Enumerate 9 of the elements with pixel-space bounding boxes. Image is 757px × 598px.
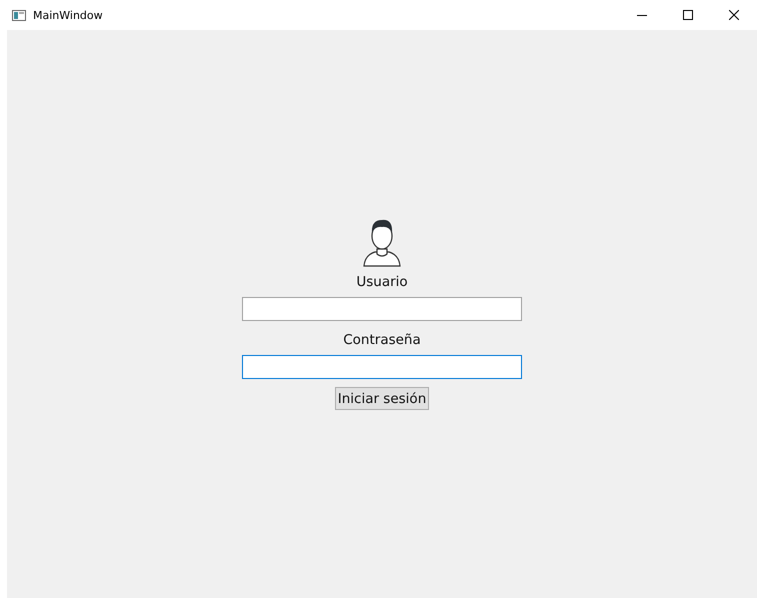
- password-field[interactable]: [242, 355, 522, 379]
- close-icon: [729, 10, 739, 20]
- maximize-icon: [683, 10, 693, 20]
- window-title: MainWindow: [33, 8, 104, 22]
- field-label: Contraseña: [343, 331, 421, 349]
- app-icon: [12, 10, 26, 20]
- login-button[interactable]: Iniciar sesión: [334, 387, 430, 410]
- field-label: Usuario: [356, 273, 408, 291]
- username-field[interactable]: [242, 297, 522, 321]
